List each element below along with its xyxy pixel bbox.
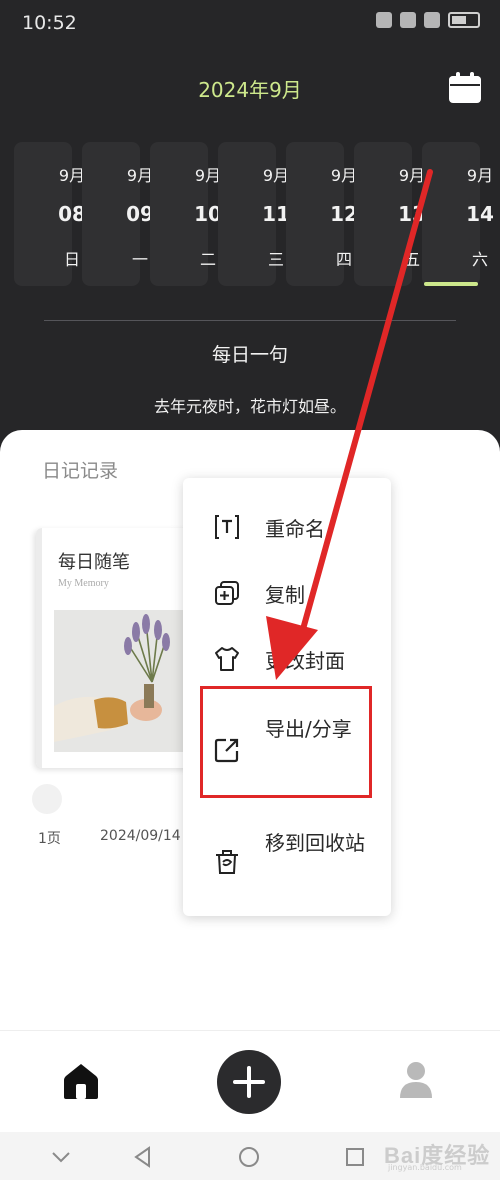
day-10[interactable]: 9月 10 二	[150, 142, 222, 286]
trash-icon	[216, 850, 238, 874]
day-13[interactable]: 9月 13 五	[354, 142, 426, 286]
alarm-icon	[376, 12, 392, 28]
card-subtitle: My Memory	[58, 578, 109, 589]
battery-icon	[448, 12, 480, 28]
plus-icon	[233, 1066, 265, 1098]
home-circle-icon[interactable]	[236, 1144, 262, 1170]
card-title: 每日随笔	[58, 552, 130, 573]
annotation-highlight-box	[200, 686, 372, 798]
card-pages: 1页	[38, 831, 61, 847]
menu-label: 复制	[265, 583, 305, 607]
add-button[interactable]	[217, 1050, 281, 1114]
menu-label: 重命名	[265, 517, 325, 541]
copy-icon	[215, 581, 239, 605]
menu-item-move-to-trash[interactable]: 移到回收站	[183, 812, 391, 908]
status-time: 10:52	[22, 12, 77, 34]
menu-label: 更改封面	[265, 649, 345, 673]
sim-icon	[424, 12, 440, 28]
menu-item-rename[interactable]: 重命名	[183, 496, 391, 556]
divider	[44, 320, 456, 321]
shirt-icon	[215, 647, 239, 671]
day-12[interactable]: 9月 12 四	[286, 142, 358, 286]
day-08[interactable]: 9月 08 日	[14, 142, 86, 286]
quote-title: 每日一句	[211, 344, 288, 366]
week-strip: 9月 08 日 9月 09 一 9月 10 二 9月 11 三 9月 12 四 …	[14, 142, 494, 286]
user-icon[interactable]	[398, 1060, 434, 1100]
card-spine	[36, 528, 42, 768]
recents-icon[interactable]	[342, 1144, 368, 1170]
card-shadow	[32, 784, 62, 814]
menu-label: 移到回收站	[265, 831, 365, 855]
day-month: 9月	[466, 166, 494, 185]
home-icon[interactable]	[62, 1062, 100, 1100]
menu-item-change-cover[interactable]: 更改封面	[183, 628, 391, 688]
card-date: 2024/09/14	[100, 828, 181, 844]
menu-item-copy[interactable]: 复制	[183, 562, 391, 622]
back-icon[interactable]	[130, 1144, 156, 1170]
day-weekday: 六	[471, 250, 488, 269]
month-title: 2024年9月	[198, 78, 302, 102]
status-icons	[376, 12, 480, 28]
rename-icon	[215, 515, 239, 539]
status-bar: 10:52	[0, 0, 500, 46]
calendar-icon[interactable]	[448, 72, 482, 104]
diary-card[interactable]: 每日随笔 My Memory	[36, 528, 206, 768]
day-09[interactable]: 9月 09 一	[82, 142, 154, 286]
day-14-selected[interactable]: 9月 14 六	[422, 142, 494, 286]
chevron-down-icon[interactable]	[48, 1144, 74, 1170]
section-title: 日记记录	[42, 460, 119, 482]
watermark-url: jingyan.baidu.com	[388, 1163, 462, 1172]
quote-text: 去年元夜时，花市灯如昼。	[153, 397, 346, 416]
day-11[interactable]: 9月 11 三	[218, 142, 290, 286]
wifi-icon	[400, 12, 416, 28]
day-number: 14	[466, 202, 494, 226]
